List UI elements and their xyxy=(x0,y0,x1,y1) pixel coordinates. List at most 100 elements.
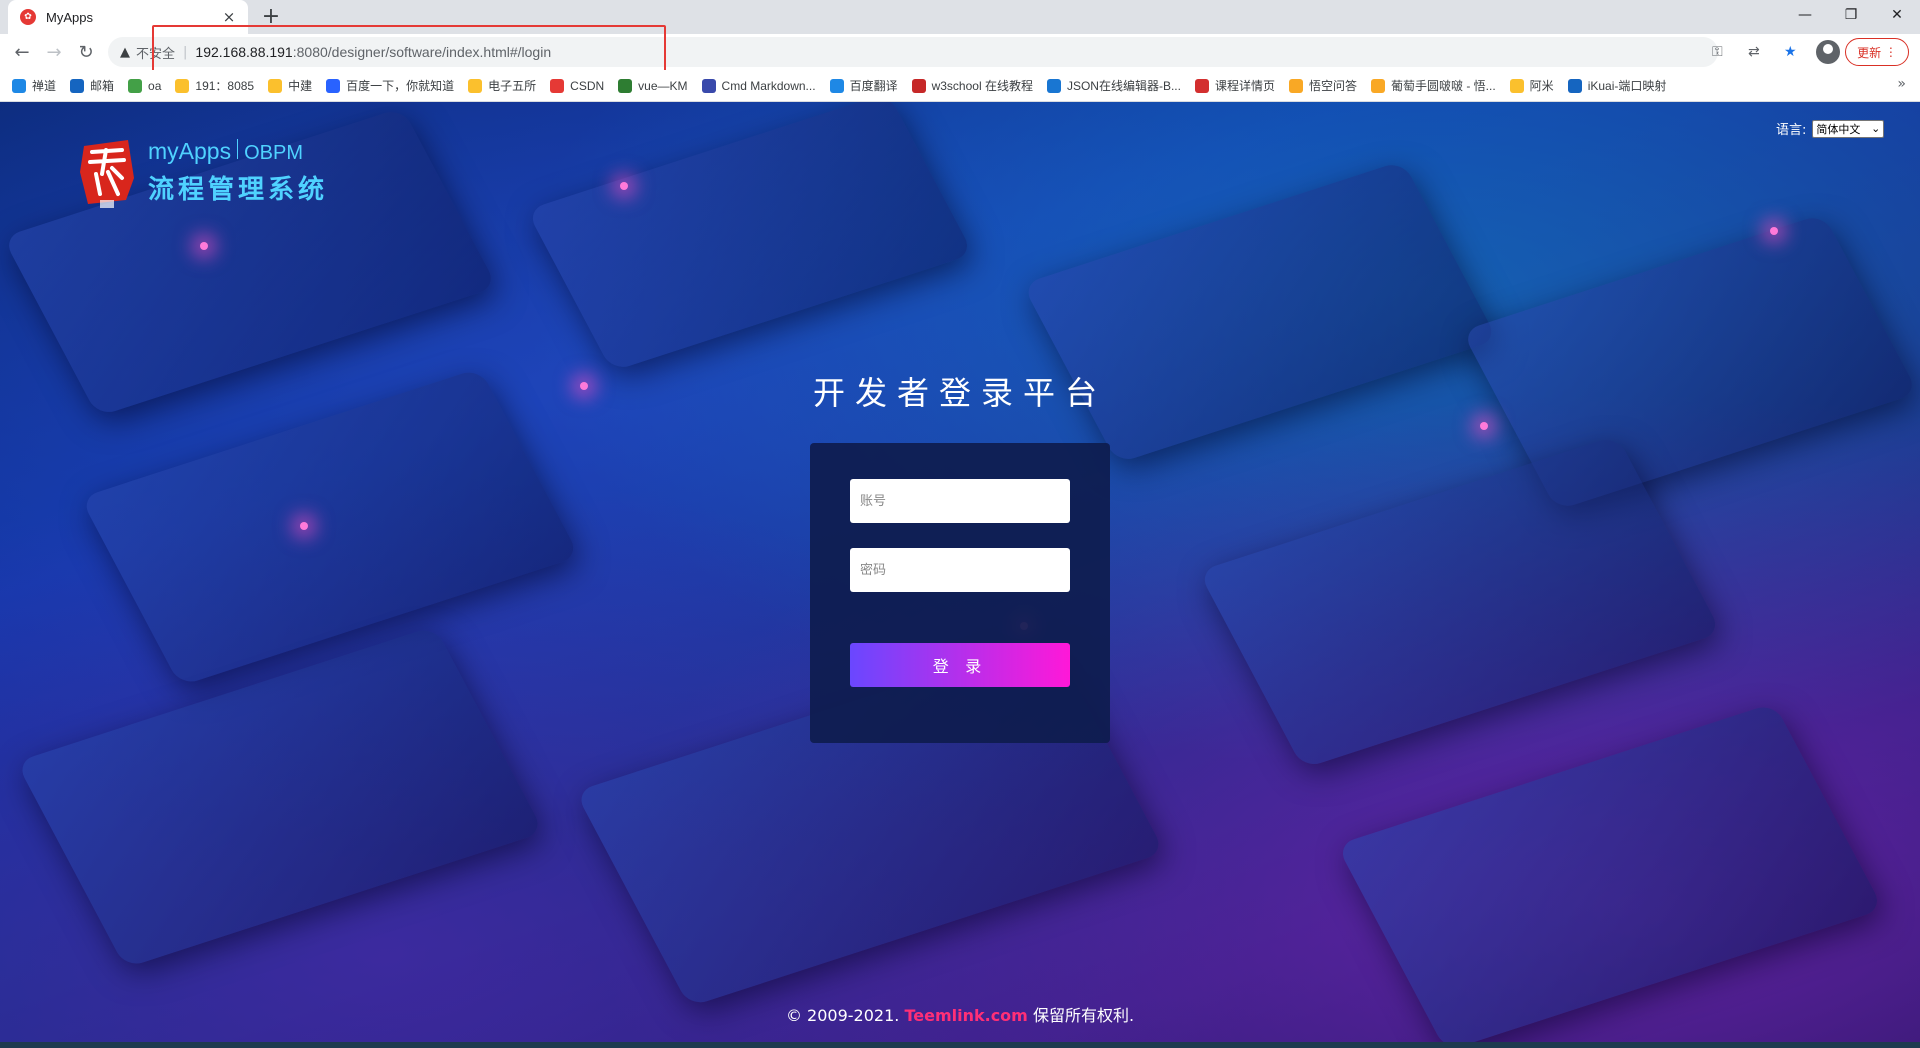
bookmark-label: 悟空问答 xyxy=(1308,79,1357,93)
bookmark-item[interactable]: 葡萄手圆啵啵 - 悟... xyxy=(1371,77,1496,94)
bookmark-item[interactable]: 悟空问答 xyxy=(1288,77,1357,94)
bookmark-label: 葡萄手圆啵啵 - 悟... xyxy=(1391,79,1496,93)
login-card: 登 录 xyxy=(810,443,1110,743)
new-tab-button[interactable]: + xyxy=(258,4,284,30)
url-path: :8080/designer/software/index.html#/logi… xyxy=(292,44,552,60)
browser-toolbar: ← → ↻ ▲ 不安全 | 192.168.88.191 :8080/desig… xyxy=(0,34,1920,70)
bookmark-item[interactable]: Cmd Markdown... xyxy=(701,78,816,93)
copyright-prefix: © 2009-2021. xyxy=(785,1006,900,1025)
username-input[interactable] xyxy=(850,479,1070,523)
password-input[interactable] xyxy=(850,548,1070,592)
brand-name: myApps xyxy=(148,138,232,164)
brand-divider xyxy=(237,139,239,159)
bookmark-favicon-icon xyxy=(1509,78,1524,93)
back-button[interactable]: ← xyxy=(8,38,36,66)
bookmark-item[interactable]: 阿米 xyxy=(1509,77,1554,94)
bookmark-label: oa xyxy=(148,78,162,93)
bookmark-favicon-icon xyxy=(1371,78,1385,93)
bookmark-favicon-icon xyxy=(911,78,926,93)
bookmark-label: 禅道 xyxy=(32,79,57,93)
bookmark-item[interactable]: 邮箱 xyxy=(70,77,114,94)
bookmark-item[interactable]: 课程详情页 xyxy=(1194,77,1275,94)
bookmark-label: 中建 xyxy=(288,79,313,93)
bookmark-label: 电子五所 xyxy=(488,79,537,93)
bookmark-label: 百度一下，你就知道 xyxy=(346,79,455,93)
bookmark-favicon-icon xyxy=(268,78,283,93)
bookmark-item[interactable]: w3school 在线教程 xyxy=(911,77,1033,94)
window-close-button[interactable]: ✕ xyxy=(1874,0,1920,30)
minimize-button[interactable]: — xyxy=(1782,0,1828,30)
warning-icon[interactable]: ▲ xyxy=(120,45,130,60)
language-select[interactable]: 简体中文 ⌄ xyxy=(1812,119,1885,138)
language-selected: 简体中文 xyxy=(1816,122,1861,136)
address-bar[interactable]: ▲ 不安全 | 192.168.88.191 :8080/designer/so… xyxy=(108,37,1797,67)
copyright-suffix: 保留所有权利. xyxy=(1032,1006,1135,1025)
bookmark-favicon-icon xyxy=(468,78,483,93)
bookmark-favicon-icon xyxy=(128,78,143,93)
tab-close-icon[interactable]: × xyxy=(220,8,238,26)
bookmark-item[interactable]: vue—KM xyxy=(618,78,688,93)
brand-suffix: OBPM xyxy=(244,142,303,164)
bookmark-favicon-icon xyxy=(70,78,85,93)
app-logo: myApps OBPM 流程管理系统 xyxy=(78,138,328,210)
bookmark-item[interactable]: JSON在线编辑器-B... xyxy=(1046,77,1181,94)
bookmark-favicon-icon xyxy=(550,78,565,93)
tab-strip: ✿ MyApps × + — ❐ ✕ xyxy=(0,0,1920,34)
bookmark-favicon-icon xyxy=(1046,78,1061,93)
copyright-footer: © 2009-2021. Teemlink.com 保留所有权利. xyxy=(0,1002,1920,1026)
bookmark-label: 阿米 xyxy=(1529,79,1554,93)
profile-avatar-icon[interactable] xyxy=(1816,40,1840,64)
language-label: 语言: xyxy=(1776,123,1807,138)
bookmark-item[interactable]: CSDN xyxy=(550,78,605,93)
bookmark-label: iKuai-端口映射 xyxy=(1587,79,1667,93)
company-link[interactable]: Teemlink.com xyxy=(904,1006,1027,1025)
login-page: myApps OBPM 流程管理系统 语言: 简体中文 ⌄ 开发者登录平台 登 … xyxy=(0,102,1920,1048)
bookmark-item[interactable]: 禅道 xyxy=(12,77,56,94)
taskbar-edge xyxy=(0,1042,1920,1048)
reload-button[interactable]: ↻ xyxy=(72,38,100,66)
bookmark-favicon-icon xyxy=(326,78,341,93)
bookmark-item[interactable]: 中建 xyxy=(268,77,312,94)
login-button[interactable]: 登 录 xyxy=(850,643,1070,687)
address-separator: | xyxy=(183,44,188,60)
app-favicon-icon: ✿ xyxy=(20,9,36,25)
translate-icon[interactable]: ⇄ xyxy=(1748,37,1760,67)
bookmark-label: 课程详情页 xyxy=(1214,79,1275,93)
bookmark-favicon-icon xyxy=(701,78,716,93)
bookmark-label: CSDN xyxy=(570,78,605,93)
bookmark-favicon-icon xyxy=(12,78,26,93)
bookmark-item[interactable]: oa xyxy=(128,78,162,93)
update-label: 更新 xyxy=(1857,45,1882,60)
insecure-label[interactable]: 不安全 xyxy=(136,43,175,62)
bookmark-item[interactable]: 电子五所 xyxy=(468,77,536,94)
bookmark-item[interactable]: 百度翻译 xyxy=(829,77,898,94)
bookmark-label: vue—KM xyxy=(638,78,688,93)
bookmark-item[interactable]: iKuai-端口映射 xyxy=(1567,77,1667,94)
key-icon[interactable]: ⚿ xyxy=(1712,37,1723,67)
page-title: 开发者登录平台 xyxy=(812,374,1107,412)
bookmark-item[interactable]: 191：8085 xyxy=(175,77,254,94)
brand-subtitle: 流程管理系统 xyxy=(148,175,329,205)
logo-seal-icon xyxy=(80,140,134,208)
bookmark-label: 191：8085 xyxy=(195,79,255,93)
bookmark-label: w3school 在线教程 xyxy=(931,79,1033,93)
update-button[interactable]: 更新 ⋮ xyxy=(1845,38,1909,66)
bookmark-item[interactable]: 百度一下，你就知道 xyxy=(326,77,454,94)
tab-title: MyApps xyxy=(46,9,93,25)
bookmark-label: 邮箱 xyxy=(90,79,115,93)
bookmarks-overflow-button[interactable]: » xyxy=(1897,76,1906,92)
bookmark-favicon-icon xyxy=(829,78,844,93)
bookmark-favicon-icon xyxy=(1194,78,1209,93)
browser-tab[interactable]: ✿ MyApps × xyxy=(8,0,248,34)
chevron-down-icon: ⌄ xyxy=(1871,122,1881,135)
star-icon[interactable]: ★ xyxy=(1784,37,1797,67)
language-switcher: 语言: 简体中文 ⌄ xyxy=(1776,119,1885,138)
restore-button[interactable]: ❐ xyxy=(1828,0,1874,30)
bookmark-label: JSON在线编辑器-B... xyxy=(1066,79,1181,93)
url-host: 192.168.88.191 xyxy=(195,44,293,60)
bookmark-favicon-icon xyxy=(175,78,190,93)
forward-button[interactable]: → xyxy=(40,38,68,66)
bookmark-favicon-icon xyxy=(1567,78,1582,93)
bookmarks-bar: 禅道 邮箱 oa 191：8085 中建 百度一下，你就知道 电子五所 CSDN vue—KM C… xyxy=(0,70,1920,102)
bookmark-favicon-icon xyxy=(1288,78,1303,93)
